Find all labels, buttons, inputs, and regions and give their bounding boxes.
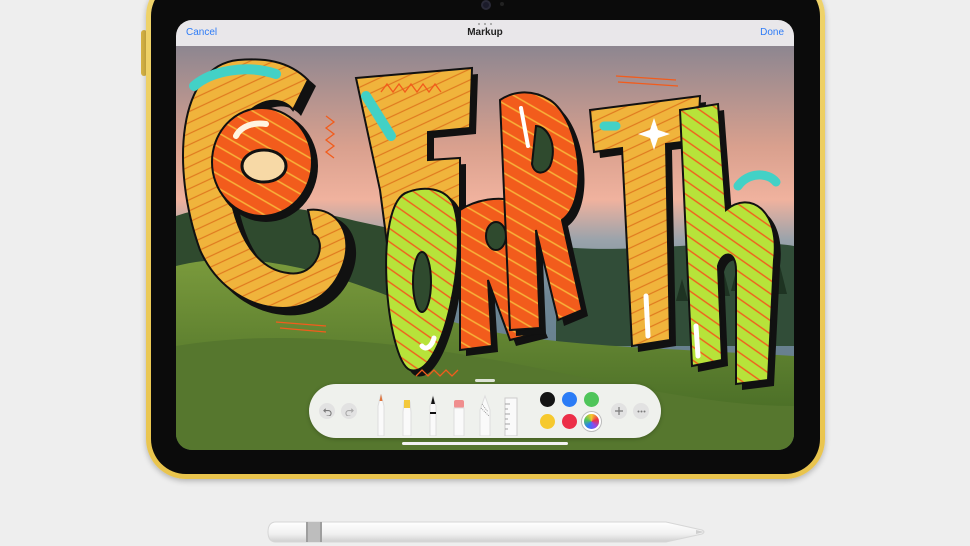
- redo-icon: [344, 407, 354, 416]
- multitasking-grabber-icon[interactable]: [478, 23, 492, 26]
- front-camera-icon: [481, 0, 491, 10]
- add-button[interactable]: [611, 403, 627, 419]
- undo-icon: [322, 407, 332, 416]
- eraser-tool[interactable]: [451, 396, 467, 436]
- color-blue-swatch[interactable]: [562, 392, 577, 407]
- undo-button[interactable]: [319, 403, 335, 419]
- more-button[interactable]: [633, 403, 649, 419]
- color-red-swatch[interactable]: [562, 414, 577, 429]
- color-picker-swatch[interactable]: [584, 414, 599, 429]
- palette-handle[interactable]: [475, 379, 495, 382]
- sensor-dot: [500, 2, 504, 6]
- apple-pencil: [267, 521, 705, 543]
- redo-button[interactable]: [341, 403, 357, 419]
- ipad-screen: Cancel Markup Done: [176, 20, 794, 450]
- lasso-tool[interactable]: [477, 394, 493, 436]
- color-yellow-swatch[interactable]: [540, 414, 555, 429]
- color-black-swatch[interactable]: [540, 392, 555, 407]
- done-button[interactable]: Done: [760, 27, 784, 38]
- ellipsis-icon: [637, 410, 645, 412]
- product-shot: Cancel Markup Done: [0, 0, 970, 546]
- page-title: Markup: [467, 27, 503, 38]
- plus-icon: [615, 407, 623, 415]
- ruler-tool[interactable]: [503, 394, 519, 436]
- tool-palette: [309, 379, 661, 438]
- highlighter-tool[interactable]: [399, 396, 415, 436]
- pen-tool[interactable]: [373, 392, 389, 436]
- marker-tool[interactable]: [425, 394, 441, 436]
- home-indicator: [402, 442, 568, 445]
- color-green-swatch[interactable]: [584, 392, 599, 407]
- markup-nav-bar: Cancel Markup Done: [176, 20, 794, 46]
